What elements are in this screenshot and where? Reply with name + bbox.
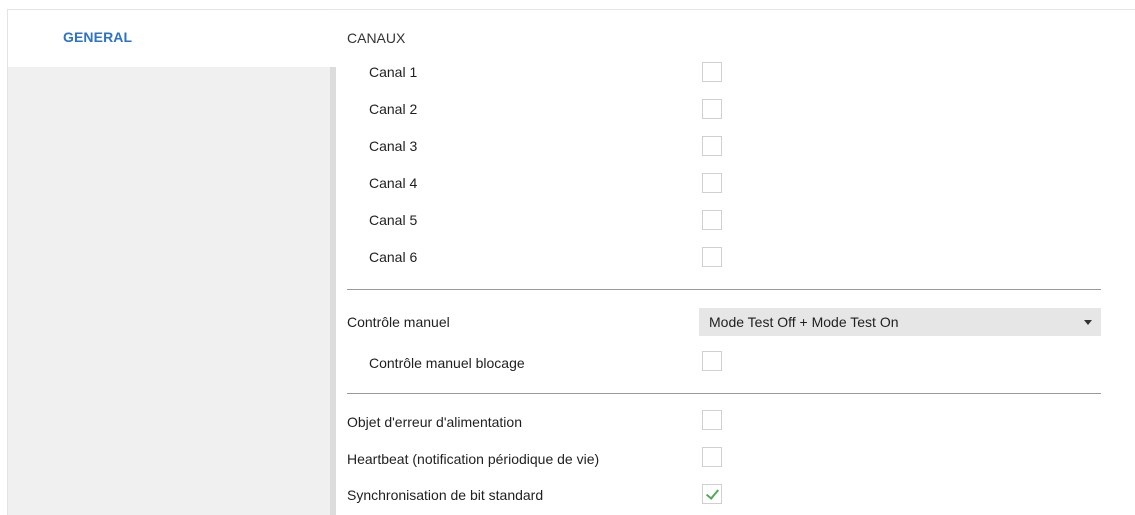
heartbeat-label: Heartbeat (notification périodique de vi… (347, 451, 600, 467)
manual-control-label: Contrôle manuel (347, 314, 450, 330)
section-title-canaux: CANAUX (347, 30, 406, 46)
chevron-down-icon (1084, 320, 1092, 325)
channel-3-checkbox[interactable] (702, 136, 722, 156)
channel-2-label: Canal 2 (369, 101, 418, 117)
sidebar: GENERAL (7, 9, 331, 515)
channel-2-checkbox[interactable] (702, 99, 722, 119)
separator (347, 289, 1101, 290)
channel-3-label: Canal 3 (369, 138, 418, 154)
bit-sync-label: Synchronisation de bit standard (347, 487, 544, 503)
channel-1-checkbox[interactable] (702, 62, 722, 82)
power-error-object-label: Objet d'erreur d'alimentation (347, 414, 522, 430)
manual-lock-label: Contrôle manuel blocage (369, 355, 525, 371)
manual-control-select[interactable]: Mode Test Off + Mode Test On (699, 308, 1101, 336)
power-error-object-checkbox[interactable] (702, 410, 722, 430)
channel-5-checkbox[interactable] (702, 210, 722, 230)
separator (347, 393, 1101, 394)
sidebar-scrollbar[interactable] (330, 67, 336, 515)
channel-4-label: Canal 4 (369, 175, 418, 191)
manual-lock-checkbox[interactable] (702, 351, 722, 371)
channel-1-label: Canal 1 (369, 64, 418, 80)
parameters-panel: CANAUX Canal 1 Canal 2 Canal 3 Canal 4 C… (347, 0, 1102, 515)
tab-general[interactable]: GENERAL (8, 9, 331, 67)
channel-6-checkbox[interactable] (702, 247, 722, 267)
bit-sync-checkbox[interactable] (702, 484, 722, 504)
channel-4-checkbox[interactable] (702, 173, 722, 193)
tab-general-label: GENERAL (63, 29, 133, 45)
app-window: GENERAL CANAUX Canal 1 Canal 2 Canal 3 C… (0, 0, 1135, 515)
channel-6-label: Canal 6 (369, 249, 418, 265)
heartbeat-checkbox[interactable] (702, 447, 722, 467)
manual-control-value: Mode Test Off + Mode Test On (709, 314, 899, 330)
channel-5-label: Canal 5 (369, 212, 418, 228)
